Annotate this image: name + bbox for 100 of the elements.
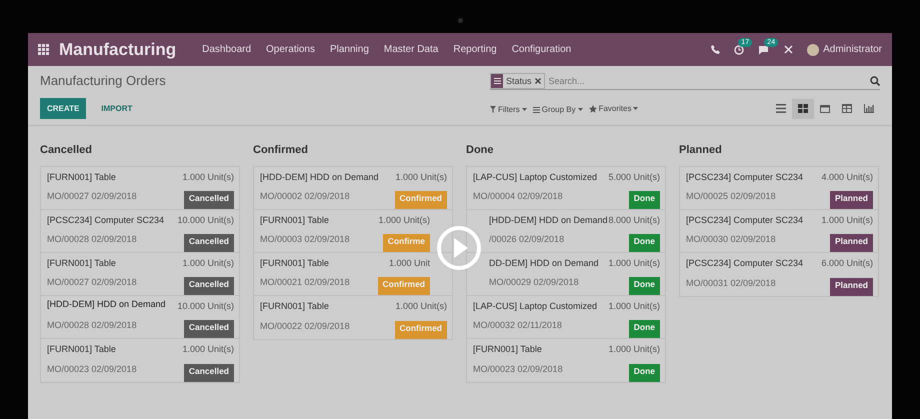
product-name: [FURN001] Table [47,172,117,184]
menu-item[interactable]: Dashboard [202,44,252,55]
product-name: [PCSC234] Computer SC234 [686,258,804,270]
user-avatar[interactable] [807,44,820,56]
order-reference: MO/00003 02/09/2018 [260,234,351,246]
quantity: 1.000 Unit(s) [182,172,234,184]
quantity: 1.000 Unit(s) [821,215,873,227]
table-view-icon [842,104,852,113]
product-name: [FURN001] Table [260,258,330,270]
product-name: [FURN001] Table [260,215,330,227]
search-icon[interactable] [870,76,880,86]
status-badge: Done [628,191,660,209]
caret-icon [633,107,638,110]
app-title: Manufacturing [59,40,176,60]
status-badge: Planned [830,278,873,296]
column-title: Confirmed [253,144,309,156]
phone-icon[interactable] [711,45,720,54]
search-facet[interactable]: Status [490,73,545,89]
quantity: 5.000 Unit(s) [608,172,660,184]
product-name: [FURN001] Table [47,344,117,356]
create-button[interactable]: CREATE [40,98,86,119]
status-badge: Done [628,234,660,252]
order-reference: MO/00022 02/09/2018 [260,320,351,332]
filter-icon [490,106,496,112]
product-name: [PCSC234] Computer SC234 [686,172,804,184]
quantity: 1.000 Unit(s) [182,258,234,270]
product-name: [FURN001] Table [47,258,117,270]
status-badge: Planned [830,191,873,209]
product-name: [PCSC234] Computer SC234 [686,215,804,227]
status-badge: Cancelled [184,234,234,252]
product-name: [LAP-CUS] Laptop Customized [473,301,598,313]
product-name: [PCSC234] Computer SC234 [47,215,166,227]
menu-item[interactable]: Master Data [384,44,438,55]
list-view-icon [776,104,786,113]
order-reference: MO/00021 02/09/2018 [260,277,351,289]
product-name: [LAP-CUS] Laptop Customized [473,172,598,184]
quantity: 4.000 Unit(s) [821,172,873,184]
order-reference: MO/00030 02/09/2018 [686,234,777,246]
order-reference: MO/00032 02/11/2018 [473,320,563,332]
status-badge: Confirmed [394,320,447,339]
quantity: 1.000 Unit [388,258,430,270]
clock-icon[interactable] [734,44,744,54]
filter-dropdown[interactable]: Favorites [588,104,638,113]
product-name: [FURN001] Table [473,344,543,356]
user-name[interactable]: Administrator [823,44,882,55]
order-reference: MO/00028 02/09/2018 [47,320,138,332]
status-badge: Cancelled [184,320,234,338]
calendar-icon [820,104,830,113]
menu-item[interactable]: Reporting [453,44,497,55]
quantity: 8.000 Unit(s) [608,215,660,227]
column-title: Cancelled [40,144,93,156]
status-badge: Confirmed [394,191,447,209]
status-badge: Cancelled [184,364,234,382]
order-reference: MO/00028 02/09/2018 [47,234,138,246]
column-title: Planned [679,144,723,156]
order-reference: MO/00029 02/09/2018 [489,277,580,289]
status-badge: Done [628,277,660,295]
menu-icon [494,78,500,84]
status-badge: Cancelled [184,277,234,295]
quantity: 1.000 Unit(s) [608,258,660,270]
column-title: Done [466,144,494,156]
quantity: 1.000 Unit(s) [394,172,447,184]
kanban-view-icon [798,104,808,113]
status-badge: Confirmed [378,277,430,295]
quantity: 1.000 Unit(s) [608,344,660,356]
apps-grid-icon[interactable] [38,44,49,55]
close-icon[interactable] [534,78,541,84]
star-icon [588,104,597,112]
filter-dropdown[interactable]: Filters [490,104,527,114]
status-badge: Done [628,364,660,382]
status-badge: Done [628,320,660,338]
caret-icon [522,108,527,110]
quantity: 1.000 Unit(s) [182,344,234,356]
search-field[interactable]: Status Search... [490,73,880,90]
caret-icon [578,108,583,111]
order-reference: MO/00027 02/09/2018 [47,277,138,289]
menu-icon [532,106,540,112]
status-badge: Cancelled [184,191,234,209]
order-reference: MO/00023 02/09/2018 [47,364,138,376]
filter-dropdown[interactable]: Group By [532,105,583,114]
quantity: 1.000 Unit(s) [394,301,447,313]
menu-item[interactable]: Planning [330,44,369,55]
order-reference: MO/00002 02/09/2018 [260,191,351,203]
product-name: [HDD-DEM] HDD on Demand [489,215,608,227]
order-reference: MO/00031 02/09/2018 [686,278,777,290]
product-name: [HDD-DEM] HDD on Demand [260,172,380,184]
chat-icon[interactable] [758,44,770,54]
menu-item[interactable]: Configuration [512,44,572,55]
camera-icon [458,18,462,23]
order-reference: MO/00027 02/09/2018 [47,191,138,203]
import-button[interactable]: IMPORT [94,98,140,119]
product-name: DD-DEM] HDD on Demand [489,258,600,270]
menu-item[interactable]: Operations [266,44,315,55]
status-badge: Planned [830,234,873,252]
bar-chart-icon [864,104,874,113]
order-reference: /00026 02/09/2018 [489,234,566,246]
product-name: [FURN001] Table [260,301,330,313]
quantity: 6.000 Unit(s) [821,258,873,270]
order-reference: MO/00025 02/09/2018 [686,191,777,203]
view-switch-button[interactable] [792,98,814,118]
